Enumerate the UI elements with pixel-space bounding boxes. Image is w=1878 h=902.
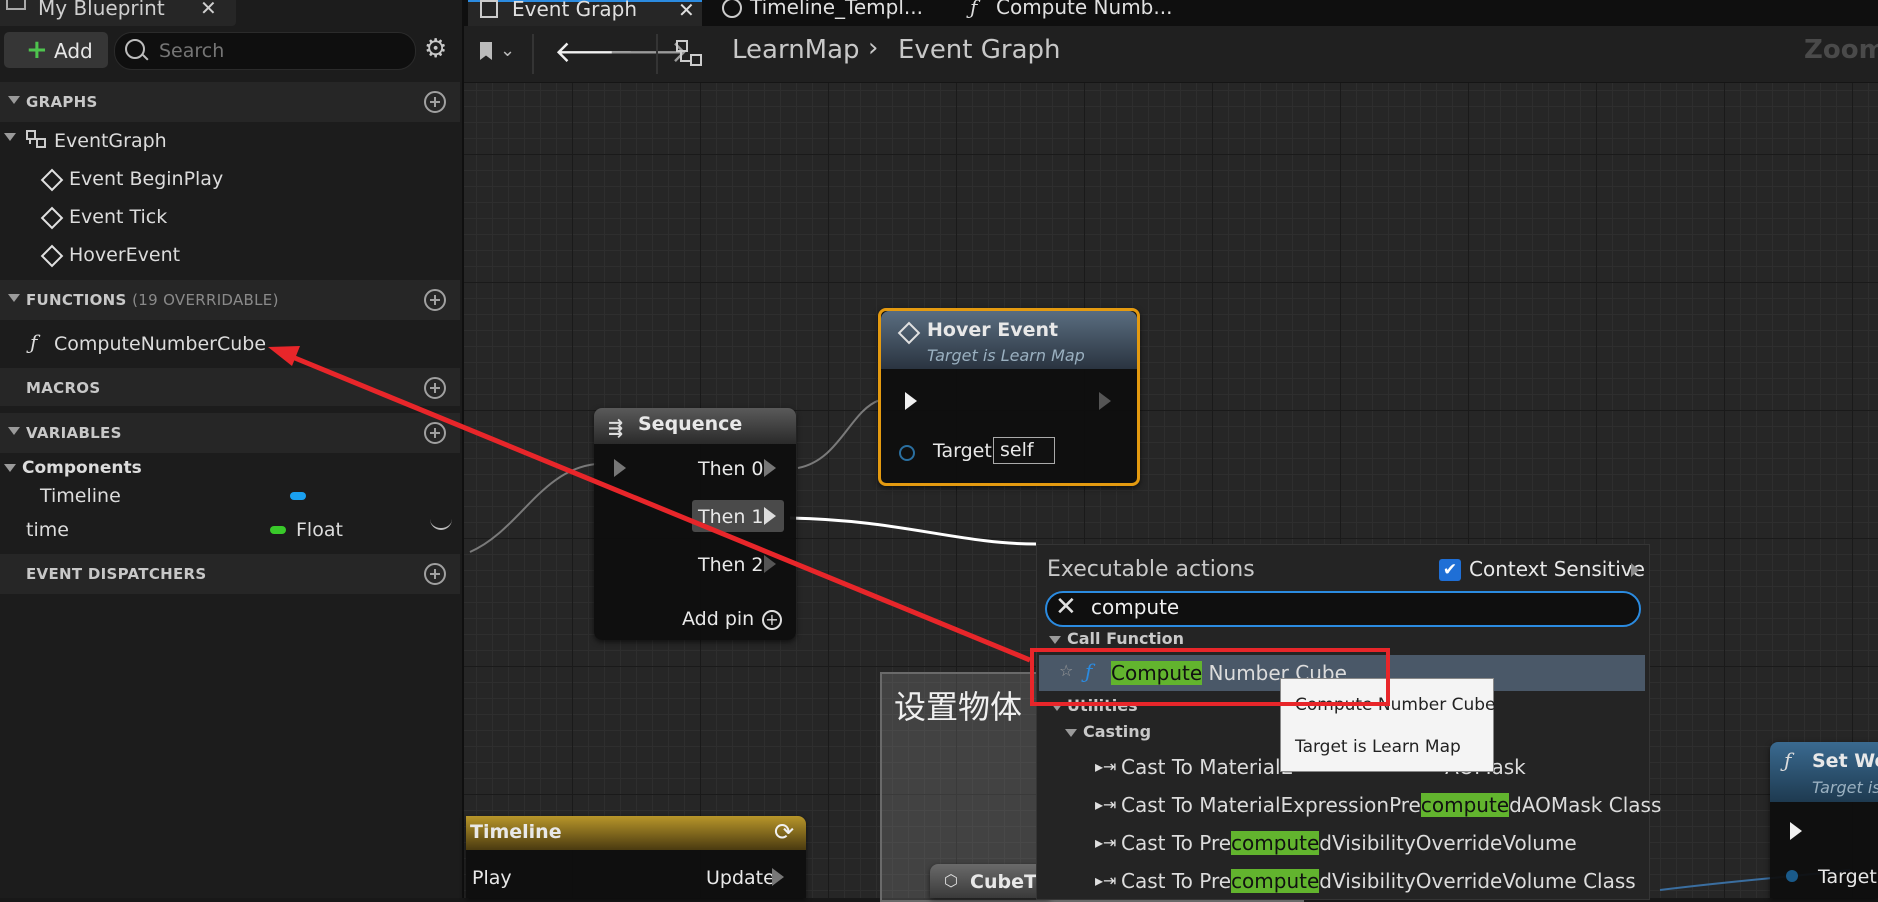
annotation-arrow-line — [289, 353, 1031, 663]
annotation-arrow — [268, 346, 1031, 663]
annotation-arrow-head — [268, 346, 300, 366]
